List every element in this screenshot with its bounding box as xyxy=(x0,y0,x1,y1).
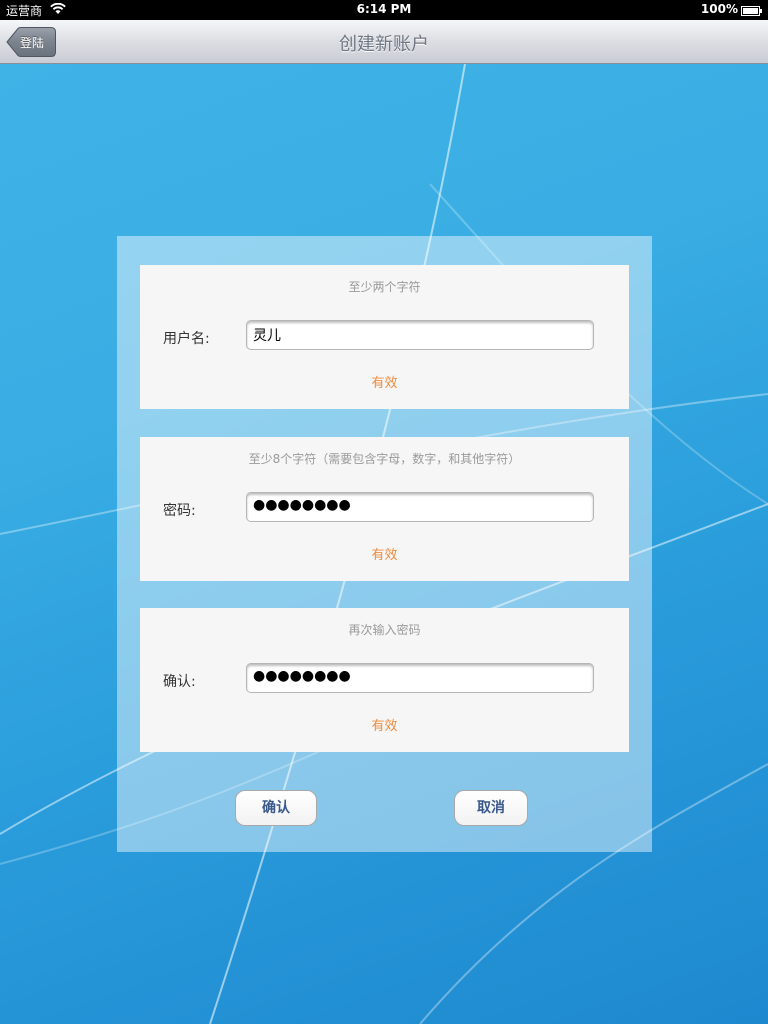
username-valid-status: 有效 xyxy=(371,376,398,391)
confirm-password-valid-status: 有效 xyxy=(371,719,398,734)
confirm-password-hint: 再次输入密码 xyxy=(348,623,421,637)
username-label: 用户名: xyxy=(163,331,210,347)
status-time: 6:14 PM xyxy=(356,2,412,16)
cancel-button[interactable]: 取消 xyxy=(454,790,528,826)
password-input[interactable]: ●●●●●●●● xyxy=(246,492,594,522)
username-hint: 至少两个字符 xyxy=(348,280,421,294)
password-valid-status: 有效 xyxy=(371,548,398,563)
password-hint: 至少8个字符（需要包含字母，数字，和其他字符） xyxy=(248,452,521,466)
navigation-bar: 登陆 创建新账户 xyxy=(0,20,768,64)
create-account-form: 至少两个字符 用户名: 灵儿 有效 至少8个字符（需要包含字母，数字，和其他字符… xyxy=(117,236,652,852)
confirm-password-label: 确认: xyxy=(163,674,196,690)
confirm-password-input[interactable]: ●●●●●●●● xyxy=(246,663,594,693)
confirm-password-card: 再次输入密码 确认: ●●●●●●●● 有效 xyxy=(140,608,629,752)
status-bar: 运营商 6:14 PM 100% xyxy=(0,0,768,20)
page-title: 创建新账户 xyxy=(339,34,429,55)
battery-percentage: 100% xyxy=(700,2,738,16)
password-card: 至少8个字符（需要包含字母，数字，和其他字符） 密码: ●●●●●●●● 有效 xyxy=(140,437,629,581)
battery-icon xyxy=(741,5,763,19)
password-label: 密码: xyxy=(163,503,196,519)
confirm-button[interactable]: 确认 xyxy=(235,790,317,826)
username-input[interactable]: 灵儿 xyxy=(246,320,594,350)
username-card: 至少两个字符 用户名: 灵儿 有效 xyxy=(140,265,629,409)
